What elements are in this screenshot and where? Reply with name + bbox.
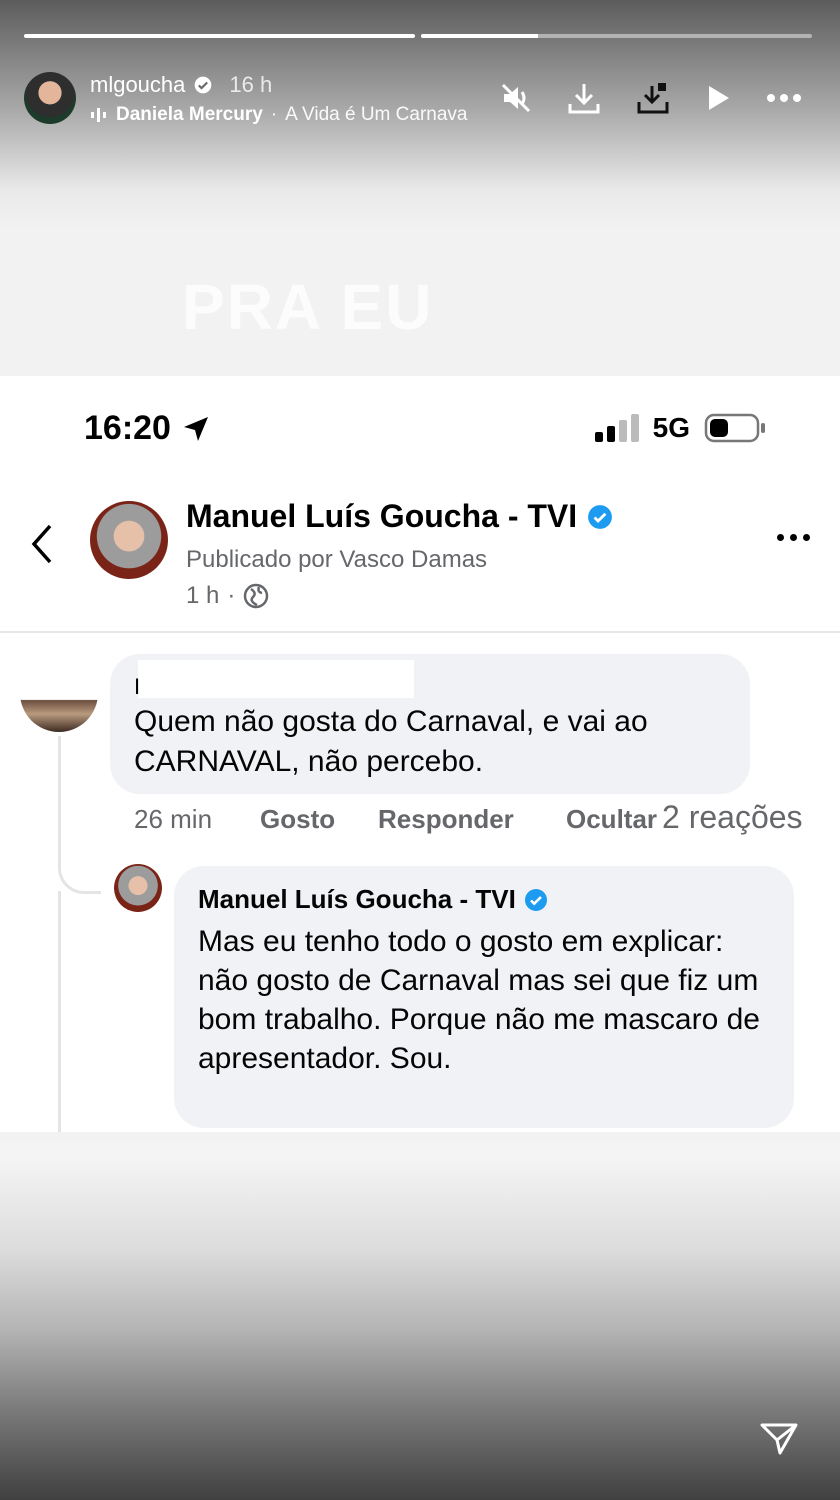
back-arrow-icon[interactable] bbox=[28, 522, 56, 566]
thread-line bbox=[58, 736, 101, 894]
battery-icon bbox=[704, 413, 765, 443]
verified-badge-icon bbox=[524, 888, 547, 911]
more-icon[interactable] bbox=[766, 93, 802, 103]
redacted-author-name bbox=[138, 660, 414, 698]
story-username[interactable]: mlgoucha bbox=[90, 72, 185, 98]
comment-text: Quem não gosta do Carnaval, e vai ao CAR… bbox=[134, 705, 648, 778]
comment-bubble: I Quem não gosta do Carnaval, e vai ao C… bbox=[110, 654, 750, 794]
reply-avatar[interactable] bbox=[114, 864, 162, 912]
comment-time[interactable]: 26 min bbox=[134, 804, 212, 835]
published-by: Publicado por Vasco Damas bbox=[186, 546, 488, 573]
reply-text: Mas eu tenho todo o gosto em explicar: n… bbox=[198, 925, 760, 1075]
signal-icon bbox=[594, 414, 639, 442]
reply-bubble: Manuel Luís Goucha - TVI Mas eu tenho to… bbox=[174, 866, 794, 1128]
save-icon[interactable] bbox=[636, 80, 672, 116]
post-header: Manuel Luís Goucha - TVI Publicado por V… bbox=[0, 496, 840, 633]
music-song: A Vida é Um Carnava bbox=[285, 104, 468, 125]
post-meta: 1 h · bbox=[186, 582, 269, 610]
send-icon[interactable] bbox=[760, 1422, 798, 1456]
location-arrow-icon bbox=[183, 416, 208, 441]
page-name-row: Manuel Luís Goucha - TVI bbox=[186, 498, 613, 535]
progress-segment bbox=[24, 34, 415, 38]
download-icon[interactable] bbox=[566, 80, 602, 116]
reply-author-row: Manuel Luís Goucha - TVI bbox=[198, 884, 548, 915]
thread-line bbox=[58, 891, 61, 1132]
music-row[interactable]: Daniela Mercury · A Vida é Um Carnava bbox=[90, 104, 467, 126]
progress-segment bbox=[421, 34, 812, 38]
verified-icon bbox=[195, 76, 212, 94]
story-time: 16 h bbox=[229, 72, 273, 97]
mute-icon[interactable] bbox=[500, 82, 532, 114]
audio-wave-icon bbox=[91, 108, 106, 122]
phone-status-right: 5G bbox=[594, 412, 766, 444]
story-progress-bar bbox=[24, 34, 812, 38]
story-user-row: mlgoucha 16 h bbox=[90, 72, 272, 98]
post-more-icon[interactable] bbox=[777, 534, 810, 541]
commenter-avatar[interactable] bbox=[20, 660, 98, 732]
page-avatar[interactable] bbox=[90, 501, 168, 579]
reactions-count[interactable]: 2 reações bbox=[662, 799, 803, 836]
like-button[interactable]: Gosto bbox=[260, 804, 335, 835]
verified-badge-icon bbox=[588, 504, 613, 529]
page-name[interactable]: Manuel Luís Goucha - TVI bbox=[186, 498, 577, 535]
reply-author[interactable]: Manuel Luís Goucha - TVI bbox=[198, 884, 516, 915]
comment-author: I bbox=[134, 674, 141, 699]
globe-icon bbox=[244, 583, 269, 609]
reply-button[interactable]: Responder bbox=[378, 804, 514, 835]
phone-status-time: 16:20 bbox=[84, 409, 211, 448]
meta-separator: · bbox=[227, 582, 236, 609]
music-artist: Daniela Mercury bbox=[116, 104, 263, 125]
phone-time: 16:20 bbox=[84, 409, 171, 447]
network-label: 5G bbox=[652, 412, 690, 443]
play-icon[interactable] bbox=[706, 84, 732, 112]
post-time[interactable]: 1 h bbox=[186, 582, 219, 610]
screenshot-content: 16:20 5G Manuel Luís Goucha - TVI Public… bbox=[0, 376, 840, 1132]
story-avatar[interactable] bbox=[24, 72, 76, 124]
story-viewer: mlgoucha 16 h Daniela Mercury · A Vida é… bbox=[0, 0, 840, 1500]
story-actions bbox=[500, 80, 802, 116]
music-separator: · bbox=[270, 104, 278, 125]
story-overlay-text: PRA EU bbox=[182, 271, 434, 343]
hide-button[interactable]: Ocultar bbox=[566, 804, 657, 835]
